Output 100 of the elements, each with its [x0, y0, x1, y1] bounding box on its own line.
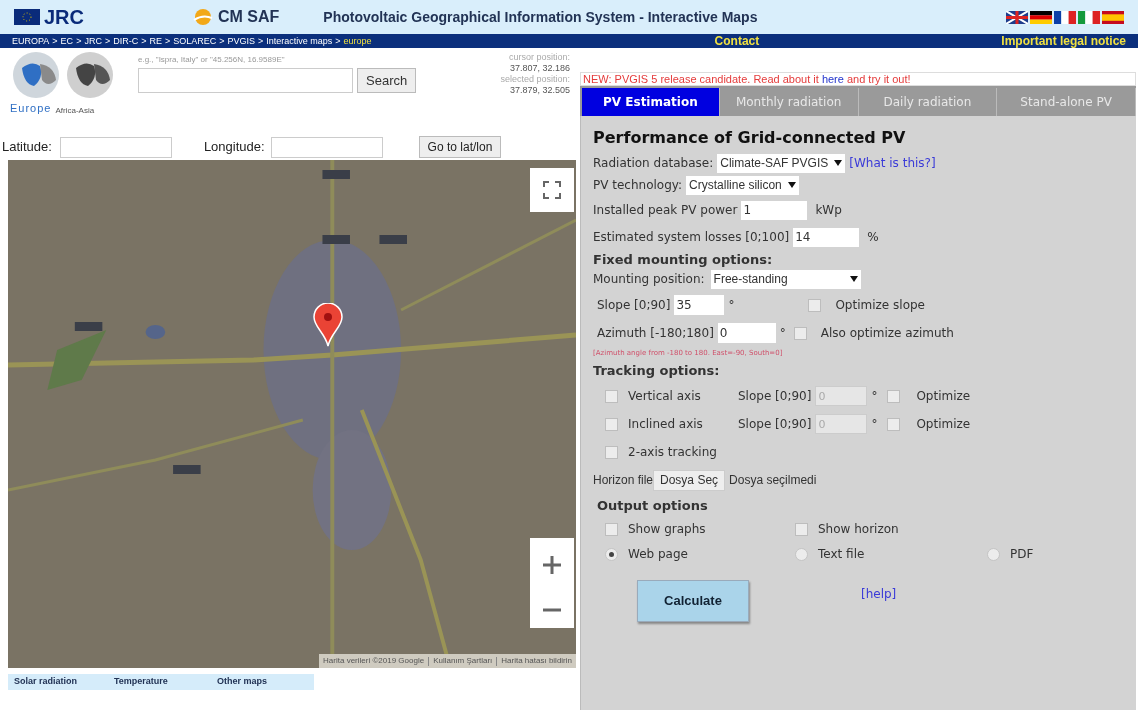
caret-icon: [787, 182, 796, 188]
mounting-label: Mounting position:: [593, 271, 705, 288]
map-tab[interactable]: Other maps: [211, 674, 314, 690]
caret-icon: [834, 160, 843, 166]
attribution-link[interactable]: Harita hatası bildirin: [501, 656, 572, 666]
degree-unit: °: [871, 416, 879, 433]
mounting-select[interactable]: Free-standing: [710, 269, 861, 289]
longitude-field[interactable]: [270, 136, 383, 158]
flag-icon: [1006, 10, 1028, 24]
section-heading: Tracking options:: [593, 362, 721, 381]
breadcrumb-separator: >: [335, 36, 341, 46]
go-to-lat-lon-button[interactable]: Go to lat/lon: [418, 136, 502, 158]
azimuth-field[interactable]: 0: [717, 323, 776, 343]
checkbox[interactable]: [605, 522, 618, 536]
selected-position-label: selected position:: [500, 74, 570, 85]
database-select[interactable]: Climate-SAF PVGIS: [717, 153, 846, 173]
checkbox[interactable]: [795, 522, 808, 536]
search-hint: e.g., "Ispra, Italy" or "45.256N, 16.9589E": [138, 54, 286, 66]
peak-power-field[interactable]: 1: [741, 200, 808, 220]
technology-label: PV technology:: [593, 177, 683, 194]
tracking-option-label: Inclined axis: [628, 416, 704, 433]
caret-icon: [849, 276, 858, 282]
globe-icon[interactable]: [10, 50, 62, 100]
technology-select[interactable]: Crystalline silicon: [686, 175, 799, 195]
unit-label: %: [867, 229, 879, 246]
breadcrumb-link[interactable]: SOLAREC: [173, 36, 217, 46]
tracking-option-label: Vertical axis: [628, 388, 702, 405]
flag-icon: [1102, 10, 1124, 24]
slope-label: Slope [0;90]: [738, 416, 812, 433]
section-heading: Output options: [596, 497, 709, 516]
breadcrumb-separator: >: [52, 36, 58, 46]
attribution-link[interactable]: Harita verileri ©2019 Google: [323, 657, 425, 665]
globe-icon[interactable]: [64, 50, 116, 100]
breadcrumb-separator: >: [76, 36, 82, 46]
slope-field[interactable]: 35: [674, 295, 725, 315]
system-losses-label: Estimated system losses [0;100]: [593, 229, 790, 246]
breadcrumb-link[interactable]: JRC: [84, 36, 102, 46]
flag-icon: [1030, 10, 1052, 24]
fullscreen-icon: [543, 181, 561, 199]
cursor-position-label: cursor position:: [508, 52, 570, 63]
search-field[interactable]: [138, 68, 353, 93]
sun-icon: [192, 8, 214, 26]
page-title: Photovoltaic Geographical Information System - Interactive Maps: [323, 7, 758, 27]
breadcrumb-separator: >: [104, 36, 111, 46]
breadcrumb-link[interactable]: Interactive maps: [266, 36, 333, 46]
radio-button[interactable]: [605, 547, 618, 561]
peak-power-label: Installed peak PV power: [593, 202, 738, 219]
calculate-button[interactable]: Calculate: [637, 580, 749, 622]
latitude-field[interactable]: [59, 136, 172, 158]
checkbox[interactable]: [793, 326, 807, 340]
map-tab[interactable]: Solar radiation: [8, 674, 108, 690]
search-button[interactable]: Search: [357, 68, 417, 93]
zoom-out-icon[interactable]: [542, 607, 562, 612]
degree-unit: °: [871, 388, 879, 405]
checkbox[interactable]: [605, 445, 618, 459]
output-format-label: PDF: [1010, 546, 1034, 563]
breadcrumb-link[interactable]: RE: [149, 36, 162, 46]
breadcrumb-link[interactable]: PVGIS: [227, 36, 255, 46]
flag-icon: [14, 9, 40, 25]
slope-label: Slope [0;90]: [597, 297, 671, 314]
breadcrumb-separator: >: [258, 36, 264, 46]
unit-label: kWp: [815, 202, 842, 219]
output-option-label: Show horizon: [818, 521, 899, 538]
fullscreen-button[interactable]: [530, 168, 574, 212]
file-status: Dosya seçilmedi: [729, 472, 817, 489]
optimize-azimuth-label: Also optimize azimuth: [820, 325, 954, 342]
degree-unit: °: [728, 297, 736, 314]
tab[interactable]: PV Estimation: [582, 88, 720, 116]
degree-unit: °: [779, 325, 787, 342]
breadcrumb-link[interactable]: EC: [60, 36, 74, 46]
checkbox[interactable]: [808, 298, 822, 312]
slope-label: Slope [0;90]: [738, 388, 812, 405]
notice-link[interactable]: here: [821, 73, 844, 85]
longitude-label: Longitude:: [203, 138, 265, 157]
optimize-slope-label: Optimize slope: [835, 297, 925, 314]
breadcrumb-link[interactable]: europe: [343, 36, 372, 46]
region-link[interactable]: Africa-Asia: [55, 104, 95, 117]
map-tab[interactable]: Temperature: [108, 674, 211, 690]
contact-link[interactable]: Contact: [714, 35, 760, 47]
legal-notice-link[interactable]: Important legal notice: [1001, 35, 1126, 47]
horizon-file-label: Horizon file: [593, 472, 654, 489]
selected-position: 37.879, 32.505: [509, 85, 570, 96]
attribution-link[interactable]: Kullanım Şartları: [433, 656, 493, 666]
azimuth-label: Azimuth [-180;180]: [597, 325, 714, 342]
radio-button[interactable]: [987, 547, 1000, 561]
zoom-in-icon[interactable]: [542, 554, 562, 575]
choose-file-button[interactable]: Dosya Seç: [653, 469, 726, 491]
map-pin-icon: [313, 303, 343, 347]
help-link[interactable]: [help]: [861, 585, 897, 603]
flag-icon: [1078, 10, 1100, 24]
system-losses-field[interactable]: 14: [793, 227, 860, 247]
logo-text: JRC: [44, 7, 84, 27]
region-link[interactable]: Europe: [10, 100, 52, 117]
what-is-this-link[interactable]: [What is this?]: [849, 154, 936, 172]
cursor-position: 37.807, 32.186: [509, 63, 570, 74]
breadcrumb-link[interactable]: DIR-C: [113, 36, 139, 46]
section-heading: Fixed mounting options:: [593, 251, 774, 268]
radio-button[interactable]: [795, 547, 808, 561]
breadcrumb-link[interactable]: EUROPA: [12, 36, 50, 46]
output-format-label: Web page: [628, 546, 688, 563]
